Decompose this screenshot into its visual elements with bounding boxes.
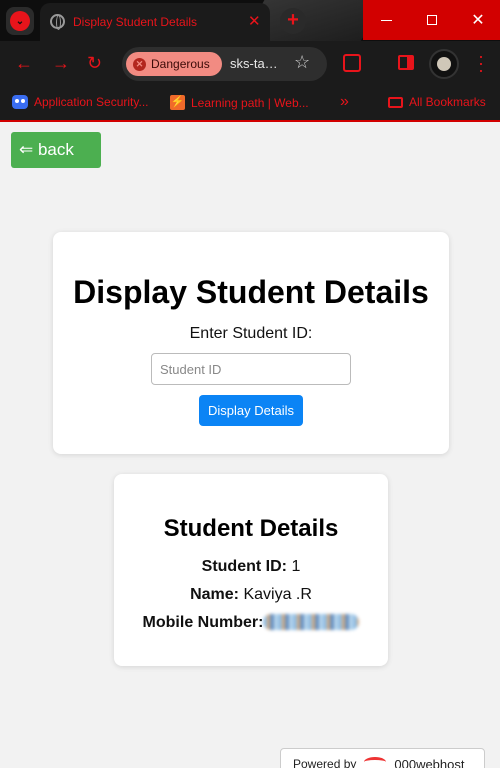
folder-icon: [388, 96, 403, 108]
browser-toolbar: ← → ↻ ✕ Dangerous sks-ta… ☆ · · ·: [0, 41, 500, 87]
close-icon: ✕: [471, 12, 485, 29]
student-name-value: Kaviya .R: [243, 586, 312, 603]
powered-by-text: Powered by: [293, 757, 357, 768]
security-chip-label: Dangerous: [151, 57, 210, 71]
bookmark-star-icon[interactable]: ☆: [294, 52, 310, 73]
mobile-number-row: Mobile Number:: [114, 614, 388, 632]
maximize-icon: [427, 15, 437, 25]
address-bar[interactable]: ✕ Dangerous sks-ta… ☆: [122, 47, 327, 81]
page-title: Display Student Details: [73, 274, 429, 310]
minimize-icon: [380, 19, 392, 21]
tab-title: Display Student Details: [73, 15, 198, 29]
bookmark-item[interactable]: ⚡ Learning path | Web...: [170, 95, 309, 110]
reload-icon[interactable]: ↻: [87, 53, 102, 74]
globe-icon: [50, 14, 65, 30]
bookmark-item[interactable]: Application Security...: [12, 95, 149, 109]
bookmarks-overflow-icon[interactable]: »: [340, 93, 349, 111]
back-button[interactable]: ⇐ back: [11, 132, 101, 168]
danger-icon: ✕: [133, 57, 146, 71]
powered-by-badge[interactable]: Powered by 000webhost: [280, 748, 485, 768]
side-panel-icon[interactable]: [398, 55, 414, 70]
tab-search-button[interactable]: ⌄: [6, 7, 34, 35]
lookup-form-card: Display Student Details Enter Student ID…: [53, 232, 449, 454]
profile-avatar[interactable]: [429, 49, 459, 79]
student-details-card: Student Details Student ID: 1 Name: Kavi…: [114, 474, 388, 666]
host-brand-text: 000webhost: [394, 757, 465, 768]
mobile-number-key: Mobile Number:: [142, 614, 264, 631]
new-tab-button[interactable]: +: [280, 8, 306, 34]
student-id-row: Student ID: 1: [114, 558, 388, 576]
student-id-input[interactable]: [151, 353, 351, 385]
extensions-icon[interactable]: [343, 54, 361, 72]
browser-window-chrome: ⌄ Display Student Details ✕ + ✕ ← → ↻ ✕ …: [0, 0, 500, 122]
student-name-row: Name: Kaviya .R: [114, 586, 388, 604]
minimize-button[interactable]: [363, 0, 409, 40]
bolt-icon: ⚡: [170, 95, 185, 110]
display-details-button[interactable]: Display Details: [199, 395, 303, 426]
tab-active[interactable]: Display Student Details ✕: [40, 3, 270, 41]
bookmark-label: Application Security...: [34, 95, 149, 109]
student-id-key: Student ID:: [201, 558, 287, 575]
student-name-key: Name:: [190, 586, 239, 603]
maximize-button[interactable]: [409, 0, 455, 40]
bookmark-label: Learning path | Web...: [191, 95, 309, 110]
forward-arrow-icon[interactable]: →: [52, 53, 70, 74]
back-arrow-icon[interactable]: ←: [15, 53, 33, 74]
more-menu-icon[interactable]: · · ·: [478, 47, 484, 79]
student-id-label: Enter Student ID:: [189, 325, 313, 342]
security-chip[interactable]: ✕ Dangerous: [126, 52, 222, 76]
tab-strip: ⌄ Display Student Details ✕ + ✕: [0, 0, 500, 41]
student-id-value: 1: [291, 558, 301, 575]
bookmarks-bar: Application Security... ⚡ Learning path …: [0, 87, 500, 120]
all-bookmarks-label: All Bookmarks: [409, 95, 486, 109]
tab-close-icon[interactable]: ✕: [248, 12, 261, 30]
bot-icon: [12, 95, 28, 109]
chevron-down-icon: ⌄: [10, 11, 30, 31]
url-text[interactable]: sks-ta…: [230, 56, 278, 71]
close-window-button[interactable]: ✕: [455, 0, 500, 40]
webhost-logo-icon: [364, 757, 387, 767]
details-title: Student Details: [163, 515, 339, 542]
page-viewport: ⇐ back Display Student Details Enter Stu…: [0, 122, 500, 768]
redacted-mobile-value: [263, 614, 360, 630]
all-bookmarks[interactable]: All Bookmarks: [388, 95, 486, 109]
